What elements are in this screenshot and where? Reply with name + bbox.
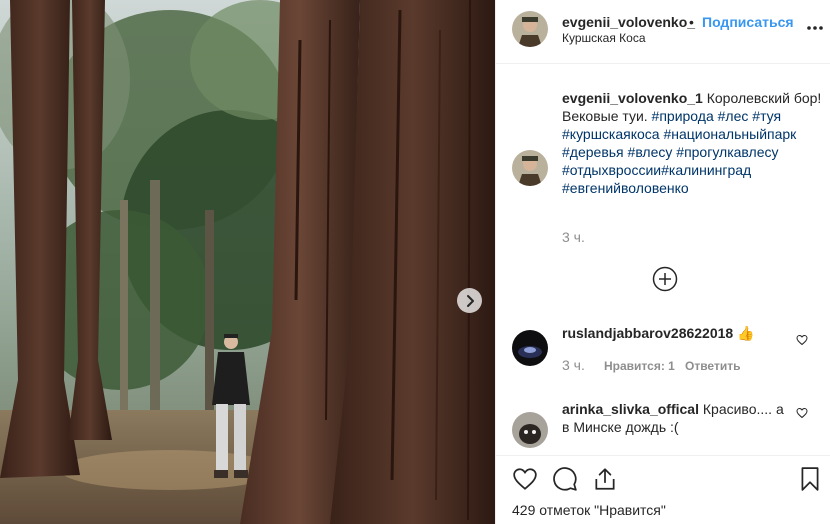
post-action-bar: 429 отметок "Нравится" xyxy=(496,455,830,524)
hashtag-link[interactable]: #калининград xyxy=(661,162,751,178)
hashtag-link[interactable]: #природа xyxy=(652,108,714,124)
comment-avatar[interactable] xyxy=(512,412,548,448)
hashtag-link[interactable]: #туя xyxy=(752,108,781,124)
hashtag-link[interactable]: #куршскаякоса xyxy=(562,126,660,142)
hashtag-link[interactable]: #прогулкавлесу xyxy=(676,144,778,160)
author-avatar[interactable] xyxy=(512,11,548,47)
bookmark-icon[interactable] xyxy=(797,466,823,492)
hashtag-link[interactable]: #влесу xyxy=(628,144,673,160)
comment-likes-link[interactable]: Нравится: 1 xyxy=(604,359,675,373)
post-header: evgenii_volovenko_ • Подписаться Куршска… xyxy=(496,0,830,64)
location-link[interactable]: Куршская Коса xyxy=(562,31,646,45)
instagram-post-modal: evgenii_volovenko_ • Подписаться Куршска… xyxy=(0,0,830,524)
comment-row: ruslandjabbarov28622018 👍 xyxy=(562,325,755,342)
more-horizontal-icon[interactable] xyxy=(805,20,825,36)
heart-icon[interactable] xyxy=(512,466,538,492)
header-separator: • xyxy=(689,14,694,30)
caption-timestamp[interactable]: 3 ч. xyxy=(562,229,585,245)
post-side-panel: evgenii_volovenko_ • Подписаться Куршска… xyxy=(495,0,830,524)
heart-icon[interactable] xyxy=(796,334,808,346)
plus-circle-icon[interactable] xyxy=(652,266,678,292)
caption-avatar[interactable] xyxy=(512,150,548,186)
comment-username-link[interactable]: ruslandjabbarov28622018 xyxy=(562,325,733,341)
chevron-right-icon xyxy=(466,294,474,307)
forest-photo-illustration xyxy=(0,0,495,524)
caption-username-link[interactable]: evgenii_volovenko_1 xyxy=(562,90,703,106)
hashtag-link[interactable]: #лес xyxy=(718,108,749,124)
comment-icon[interactable] xyxy=(552,466,578,492)
post-caption: evgenii_volovenko_1 Королевский бор! Век… xyxy=(562,89,824,197)
heart-icon[interactable] xyxy=(796,407,808,419)
share-icon[interactable] xyxy=(592,466,618,492)
hashtag-link[interactable]: #евгенийволовенко xyxy=(562,180,689,196)
follow-button[interactable]: Подписаться xyxy=(702,14,794,30)
comment-row: arinka_slivka_offical Красиво.... а в Ми… xyxy=(562,400,787,436)
hashtag-link[interactable]: #деревья xyxy=(562,144,624,160)
comment-timestamp[interactable]: 3 ч. xyxy=(562,357,585,373)
comment-username-link[interactable]: arinka_slivka_offical xyxy=(562,401,699,417)
comment-reply-button[interactable]: Ответить xyxy=(685,359,740,373)
hashtag-link[interactable]: #национальныйпарк xyxy=(663,126,796,142)
likes-count-link[interactable]: 429 отметок "Нравится" xyxy=(512,502,666,518)
carousel-next-button[interactable] xyxy=(457,288,482,313)
comment-avatar[interactable] xyxy=(512,330,548,366)
post-photo[interactable] xyxy=(0,0,495,524)
hashtag-link[interactable]: #отдыхвроссии xyxy=(562,162,661,178)
author-username-link[interactable]: evgenii_volovenko_ xyxy=(562,14,695,30)
thumbs-up-emoji: 👍 xyxy=(737,325,755,341)
